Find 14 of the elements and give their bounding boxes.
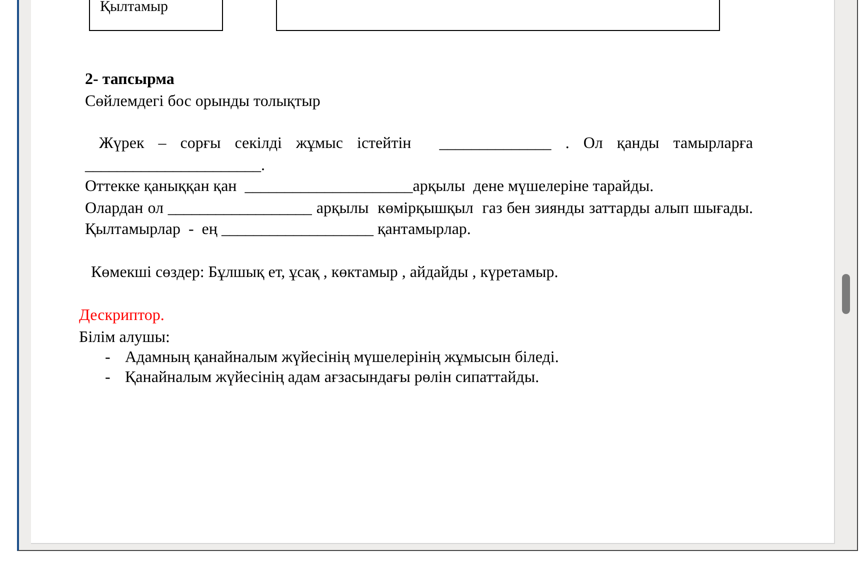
task-instruction: Сөйлемдегі бос орынды толықтыр [85,92,322,112]
table-cell: Қылтамыр [89,0,223,31]
descriptor-title: Дескриптор. [79,306,166,326]
descriptor-subtitle: Білім алушы: [79,328,171,348]
task-heading: 2- тапсырма [85,70,176,90]
help-words: Көмекші сөздер: Бұлшық ет, ұсақ , көктамыр , айдайды , күретамыр. [90,262,560,282]
list-marker: - [104,368,112,387]
list-marker: - [104,348,112,368]
exercise-paragraph: Олардан ол __________________ арқылы көмірқышқыл газ бен зиянды заттарды алып шығады. Қылтамырлар - ең ___________________ қантамырлар. [85,198,753,240]
descriptor-item: Қанайналым жүйесінің адам ағзасындағы рөлін сипаттайды. [125,368,540,387]
descriptor-item: Адамның қанайналым жүйесінің мүшелерінің жұмысын біледі. [125,348,559,368]
exercise-paragraph: Оттекке қаныққан қан _____________________арқылы дене мүшелеріне тарайды. [85,177,655,197]
exercise-paragraph: Жүрек – сорғы секілді жұмыс істейтін ______________ . Ол қанды тамырларға ______________________. [85,134,753,176]
scrollbar-thumb[interactable] [842,274,850,314]
